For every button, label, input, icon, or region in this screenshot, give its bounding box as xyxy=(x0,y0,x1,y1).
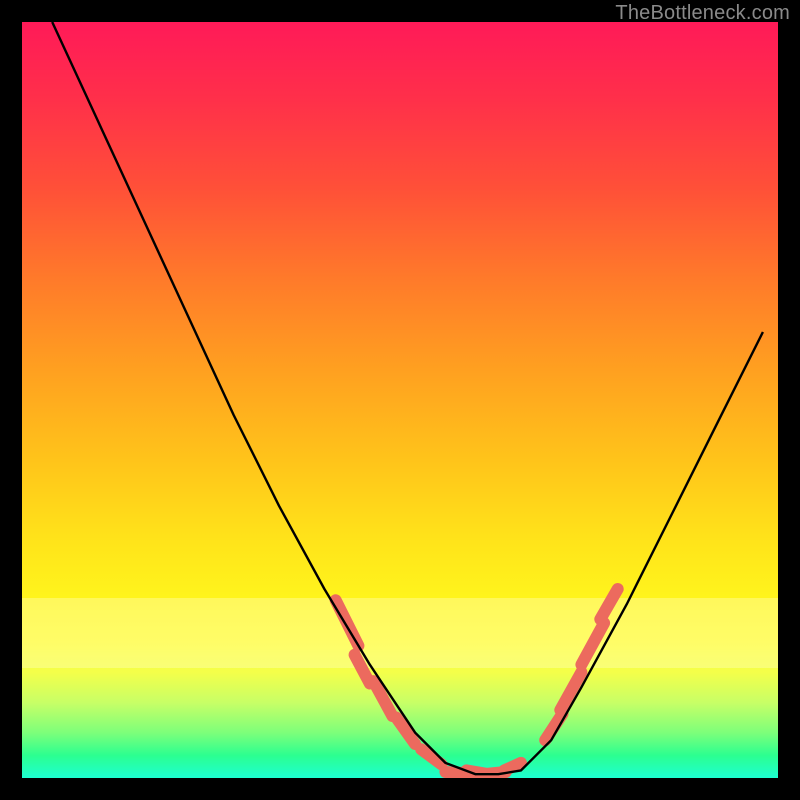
watermark-text: TheBottleneck.com xyxy=(615,2,790,25)
chart-plot-area xyxy=(22,22,778,778)
chart-frame: TheBottleneck.com xyxy=(0,0,800,800)
